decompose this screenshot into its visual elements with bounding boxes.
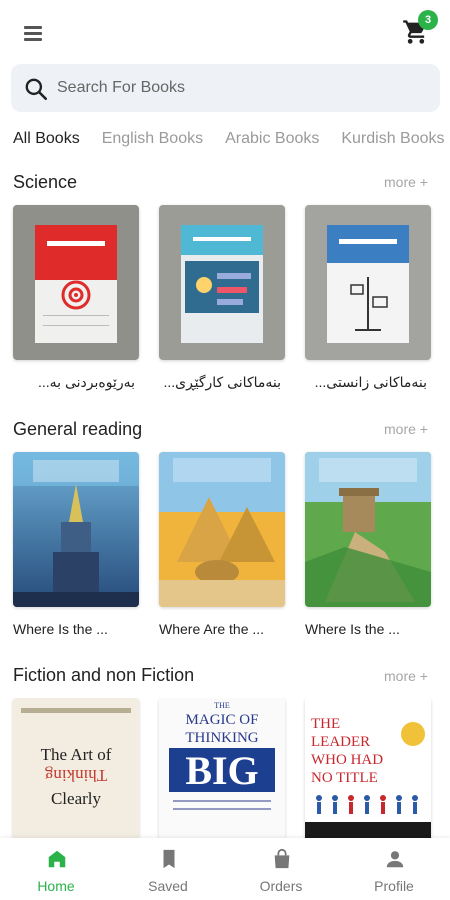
tab-all-books[interactable]: All Books bbox=[13, 130, 80, 148]
section-title-science: Science bbox=[13, 172, 78, 192]
book-cover bbox=[13, 452, 139, 607]
cart-count-badge: 3 bbox=[418, 10, 438, 30]
book-title: Where Are the ... bbox=[159, 621, 265, 637]
svg-text:MAGIC OF: MAGIC OF bbox=[186, 712, 259, 728]
tab-english-books[interactable]: English Books bbox=[102, 130, 203, 148]
bottom-navigation: Home Saved Orders Profile bbox=[0, 838, 450, 900]
svg-text:The Art of: The Art of bbox=[41, 745, 112, 764]
book-card[interactable]: بنەماکانی زانستی... bbox=[305, 205, 431, 391]
svg-text:BIG: BIG bbox=[185, 748, 258, 793]
science-books-row: بەرێوەبردنی بە... بنەماکانی کارگێڕی... ب… bbox=[0, 205, 450, 405]
book-card[interactable]: Where Is the ... bbox=[305, 452, 431, 637]
general-reading-books-row: Where Is the ... Where Are the ... Where… bbox=[0, 452, 450, 652]
book-cover: The Art of Thinking Clearly bbox=[13, 698, 139, 838]
book-cover: THE MAGIC OF THINKING BIG bbox=[159, 698, 285, 838]
nav-profile-label: Profile bbox=[374, 878, 414, 894]
book-title: بنەماکانی کارگێڕی... bbox=[163, 374, 281, 390]
book-cover: THE LEADER WHO HAD NO TITLE bbox=[305, 698, 431, 838]
search-bar bbox=[11, 64, 440, 112]
nav-profile[interactable]: Profile bbox=[338, 838, 450, 900]
book-title: Where Is the ... bbox=[305, 621, 400, 637]
book-title: بنەماکانی زانستی... bbox=[314, 374, 427, 390]
more-general-reading-button[interactable]: more + bbox=[384, 421, 428, 437]
svg-text:Clearly: Clearly bbox=[51, 789, 102, 808]
tab-arabic-books[interactable]: Arabic Books bbox=[225, 130, 319, 148]
book-card[interactable]: بنەماکانی کارگێڕی... bbox=[159, 205, 285, 391]
nav-saved-label: Saved bbox=[148, 878, 188, 894]
book-cover bbox=[159, 452, 285, 607]
svg-text:THE: THE bbox=[214, 701, 230, 710]
section-title-fiction: Fiction and non Fiction bbox=[13, 665, 195, 685]
book-cover bbox=[305, 205, 431, 360]
book-title: Where Is the ... bbox=[13, 621, 108, 637]
bookmark-icon bbox=[163, 849, 175, 869]
svg-text:Thinking: Thinking bbox=[44, 766, 107, 785]
book-card[interactable]: THE LEADER WHO HAD NO TITLE bbox=[305, 698, 431, 838]
svg-text:THINKING: THINKING bbox=[185, 730, 258, 746]
book-card[interactable]: Where Are the ... bbox=[159, 452, 285, 637]
svg-text:WHO HAD: WHO HAD bbox=[311, 752, 383, 768]
category-tabs: All Books English Books Arabic Books Kurdis… bbox=[13, 130, 450, 156]
nav-saved[interactable]: Saved bbox=[112, 838, 224, 900]
book-title: بەرێوەبردنی بە... bbox=[37, 374, 135, 390]
more-science-button[interactable]: more + bbox=[384, 174, 428, 190]
book-cover bbox=[159, 205, 285, 360]
tab-kurdish-books[interactable]: Kurdish Books bbox=[341, 130, 444, 148]
nav-home-label: Home bbox=[37, 878, 75, 894]
book-card[interactable]: Where Is the ... bbox=[13, 452, 139, 637]
top-bar: 3 bbox=[0, 0, 450, 60]
section-title-general-reading: General reading bbox=[13, 419, 143, 439]
book-cover bbox=[305, 452, 431, 607]
bag-icon bbox=[274, 848, 290, 869]
book-cover bbox=[13, 205, 139, 360]
more-fiction-button[interactable]: more + bbox=[384, 668, 428, 684]
home-icon bbox=[48, 850, 66, 868]
search-icon bbox=[25, 78, 48, 101]
nav-orders[interactable]: Orders bbox=[225, 838, 337, 900]
book-card[interactable]: The Art of Thinking Clearly bbox=[13, 698, 139, 838]
search-input[interactable] bbox=[57, 64, 427, 112]
menu-icon[interactable] bbox=[22, 24, 46, 44]
svg-text:NO TITLE: NO TITLE bbox=[311, 770, 378, 786]
nav-home[interactable]: Home bbox=[0, 838, 112, 900]
person-icon bbox=[386, 851, 404, 868]
book-card[interactable]: THE MAGIC OF THINKING BIG bbox=[159, 698, 285, 838]
book-card[interactable]: بەرێوەبردنی بە... bbox=[13, 205, 139, 391]
svg-text:LEADER: LEADER bbox=[311, 734, 370, 750]
fiction-books-row: The Art of Thinking Clearly THE MAGIC OF… bbox=[0, 698, 450, 838]
nav-orders-label: Orders bbox=[259, 878, 303, 894]
svg-text:THE: THE bbox=[311, 716, 340, 732]
